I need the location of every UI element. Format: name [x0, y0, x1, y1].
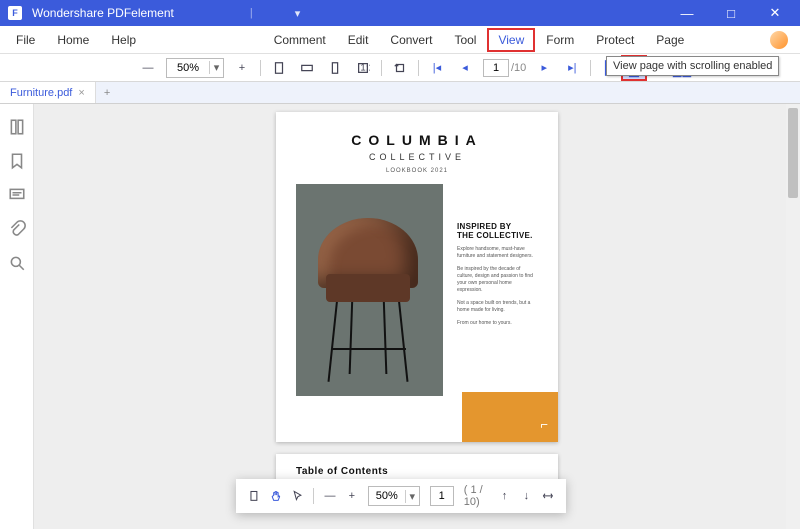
separator	[313, 488, 314, 504]
select-tool-button[interactable]	[292, 487, 304, 505]
float-zoom-dropdown-icon[interactable]: ▾	[405, 490, 419, 503]
left-sidebar	[0, 104, 34, 529]
fit-page-button[interactable]	[269, 58, 289, 78]
bookmarks-icon[interactable]	[8, 152, 26, 170]
first-page-button[interactable]: |◂	[427, 58, 447, 78]
toc-heading: Table of Contents	[296, 466, 538, 477]
menu-edit[interactable]: Edit	[338, 29, 379, 51]
actual-size-button[interactable]: 1:1	[353, 58, 373, 78]
page-input[interactable]	[483, 59, 509, 77]
thumbnails-icon[interactable]	[8, 118, 26, 136]
separator	[418, 60, 419, 76]
hero-heading-1: INSPIRED BY	[457, 222, 538, 231]
comments-icon[interactable]	[8, 186, 26, 204]
accent-block: ⌐	[462, 392, 558, 442]
tab-close-icon[interactable]: ×	[78, 87, 84, 99]
menu-home[interactable]: Home	[47, 29, 99, 51]
float-zoom-in-button[interactable]: +	[346, 487, 358, 505]
menu-tool[interactable]: Tool	[444, 29, 486, 51]
zoom-combo[interactable]: ▾	[166, 58, 224, 78]
pdf-page-1: COLUMBIA COLLECTIVE LOOKBOOK 2021 INSPIR…	[276, 112, 558, 442]
workspace: COLUMBIA COLLECTIVE LOOKBOOK 2021 INSPIR…	[0, 104, 800, 529]
menu-comment[interactable]: Comment	[264, 29, 336, 51]
page-indicator: /10	[483, 59, 526, 77]
zoom-in-button[interactable]: +	[232, 58, 252, 78]
fit-height-button[interactable]	[325, 58, 345, 78]
float-fit-width-button[interactable]	[542, 487, 554, 505]
doc-subtitle: COLLECTIVE	[296, 152, 538, 162]
zoom-out-button[interactable]: —	[138, 58, 158, 78]
titlebar: F Wondershare PDFelement | ▾ — □ ✕	[0, 0, 800, 26]
scrollbar-thumb[interactable]	[788, 108, 798, 198]
tab-label: Furniture.pdf	[10, 87, 72, 99]
float-page-total: ( 1 / 10)	[464, 484, 489, 508]
minimize-button[interactable]: —	[670, 6, 704, 21]
separator: |	[250, 7, 253, 19]
menu-convert[interactable]: Convert	[380, 29, 442, 51]
user-avatar[interactable]	[770, 31, 788, 49]
document-canvas[interactable]: COLUMBIA COLLECTIVE LOOKBOOK 2021 INSPIR…	[34, 104, 800, 529]
menu-page[interactable]: Page	[646, 29, 694, 51]
dropdown-icon[interactable]: ▾	[295, 7, 301, 20]
menu-file[interactable]: File	[6, 29, 45, 51]
quick-access-toolbar	[192, 7, 240, 19]
menu-form[interactable]: Form	[536, 29, 584, 51]
tab-furniture[interactable]: Furniture.pdf ×	[0, 82, 96, 103]
float-prev-page-button[interactable]: ↑	[499, 487, 511, 505]
fit-button[interactable]	[248, 487, 260, 505]
svg-text:1:1: 1:1	[360, 62, 370, 73]
hero-para-4: From our home to yours.	[457, 320, 538, 327]
prev-page-button[interactable]: ◂	[455, 58, 475, 78]
float-page-input[interactable]	[430, 486, 454, 506]
fit-width-button[interactable]	[297, 58, 317, 78]
tab-add-button[interactable]: +	[96, 87, 118, 99]
menu-help[interactable]: Help	[101, 29, 146, 51]
doc-brand: COLUMBIA	[296, 132, 538, 148]
menu-view[interactable]: View	[488, 29, 534, 51]
vertical-scrollbar[interactable]	[786, 104, 800, 529]
hero-para-1: Explore handsome, must-have furniture an…	[457, 246, 538, 260]
close-button[interactable]: ✕	[758, 5, 792, 21]
floating-toolbar: — + 50% ▾ ( 1 / 10) ↑ ↓	[236, 479, 566, 513]
undo-redo-group: ▾	[271, 7, 301, 20]
float-zoom-combo[interactable]: 50% ▾	[368, 486, 420, 506]
separator	[260, 60, 261, 76]
float-zoom-out-button[interactable]: —	[324, 487, 336, 505]
search-icon[interactable]	[8, 254, 26, 272]
hero-heading-2: THE COLLECTIVE.	[457, 231, 538, 240]
chair-glyph-icon: ⌐	[540, 417, 548, 432]
app-title: Wondershare PDFelement	[32, 6, 174, 20]
attachments-icon[interactable]	[8, 220, 26, 238]
hero-para-3: Not a space built on trends, but a home …	[457, 300, 538, 314]
last-page-button[interactable]: ▸|	[562, 58, 582, 78]
hero-text: INSPIRED BY THE COLLECTIVE. Explore hand…	[457, 184, 538, 396]
hero-para-2: Be inspired by the decade of culture, de…	[457, 266, 538, 294]
float-zoom-value: 50%	[369, 490, 405, 502]
menubar: File Home Help Comment Edit Convert Tool…	[0, 26, 800, 54]
menu-protect[interactable]: Protect	[586, 29, 644, 51]
float-next-page-button[interactable]: ↓	[520, 487, 532, 505]
document-tabs: Furniture.pdf × +	[0, 82, 800, 104]
doc-lookbook: LOOKBOOK 2021	[296, 168, 538, 174]
separator	[590, 60, 591, 76]
hero-image	[296, 184, 443, 396]
app-logo-icon: F	[8, 6, 22, 20]
separator	[381, 60, 382, 76]
tooltip: View page with scrolling enabled	[606, 56, 779, 76]
page-total: /10	[511, 62, 526, 74]
zoom-dropdown-icon[interactable]: ▾	[209, 61, 223, 74]
zoom-input[interactable]	[167, 62, 209, 74]
next-page-button[interactable]: ▸	[534, 58, 554, 78]
rotate-button[interactable]	[390, 58, 410, 78]
hand-tool-button[interactable]	[270, 487, 282, 505]
maximize-button[interactable]: □	[714, 6, 748, 21]
